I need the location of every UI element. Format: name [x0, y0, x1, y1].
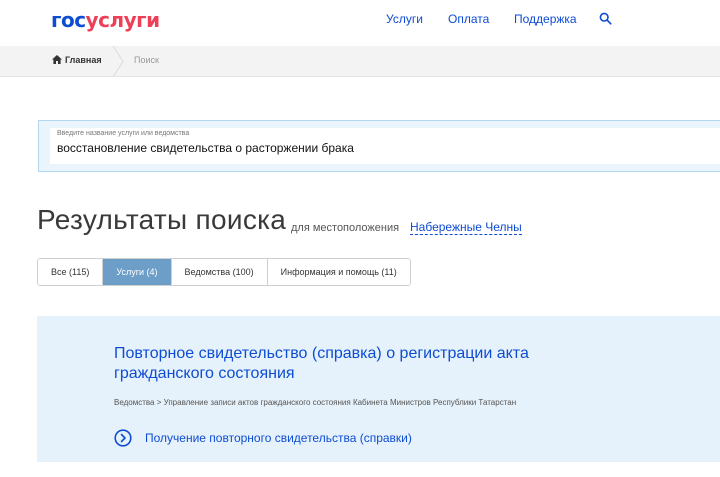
search-input[interactable]: [57, 141, 657, 155]
search-field[interactable]: Введите название услуги или ведомства: [50, 128, 720, 164]
breadcrumb-home[interactable]: Главная: [52, 55, 102, 65]
location-label: для местоположения: [291, 222, 400, 234]
nav-services[interactable]: Услуги: [386, 12, 423, 26]
tab-departments[interactable]: Ведомства (100): [171, 259, 268, 285]
chevron-right-circle-icon[interactable]: [114, 429, 132, 447]
result-title-link[interactable]: Повторное свидетельство (справка) о реги…: [114, 344, 534, 384]
nav-payment[interactable]: Оплата: [448, 12, 489, 26]
home-icon: [52, 55, 62, 64]
search-label: Введите название услуги или ведомства: [57, 130, 190, 137]
logo-part-uslugi: услуги: [85, 8, 161, 32]
site-header: госуслуги Услуги Оплата Поддержка: [0, 0, 720, 46]
logo-part-gos: гос: [51, 8, 86, 32]
tab-info-help[interactable]: Информация и помощь (11): [267, 259, 410, 285]
breadcrumb-separator: [112, 46, 124, 77]
nav-support[interactable]: Поддержка: [514, 12, 577, 26]
gosuslugi-logo[interactable]: госуслуги: [51, 8, 160, 32]
tab-all[interactable]: Все (115): [38, 259, 104, 285]
breadcrumb-current: Поиск: [134, 55, 159, 65]
results-tabs: Все (115) Услуги (4) Ведомства (100) Инф…: [37, 258, 411, 286]
search-panel: Введите название услуги или ведомства: [38, 120, 720, 172]
result-service-link[interactable]: Получение повторного свидетельства (спра…: [145, 431, 412, 445]
location-link[interactable]: Набережные Челны: [410, 221, 522, 235]
breadcrumb: Главная Поиск: [0, 46, 720, 77]
search-icon[interactable]: [599, 12, 612, 25]
tab-services[interactable]: Услуги (4): [103, 259, 172, 285]
result-card: Повторное свидетельство (справка) о реги…: [37, 316, 720, 462]
results-title: Результаты поиска: [37, 204, 287, 235]
breadcrumb-home-label: Главная: [65, 55, 102, 65]
result-department-path: Ведомства > Управление записи актов граж…: [114, 398, 517, 407]
